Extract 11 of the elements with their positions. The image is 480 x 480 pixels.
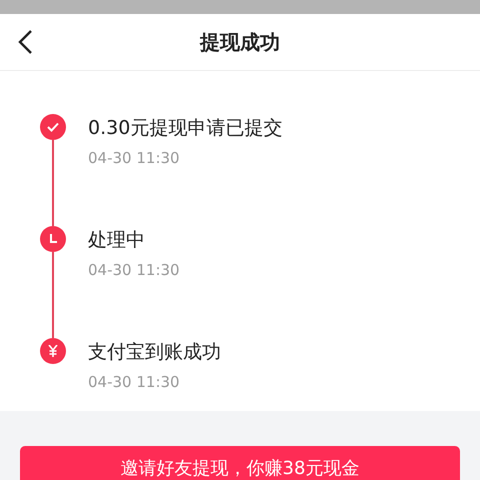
step-title: 支付宝到账成功 [88,340,221,365]
page-title: 提现成功 [198,28,281,56]
check-icon [47,122,59,132]
step-title: 处理中 [88,228,146,253]
clock-hand-icon [49,234,57,244]
step-time: 04-30 11:30 [88,373,181,391]
invite-button[interactable]: 邀请好友提现，你赚38元现金 [20,446,460,480]
yen-icon [48,345,58,357]
step-time: 04-30 11:30 [88,149,181,167]
step-time: 04-30 11:30 [88,261,180,279]
step-title: 0.30元提现申请已提交 [88,116,282,141]
